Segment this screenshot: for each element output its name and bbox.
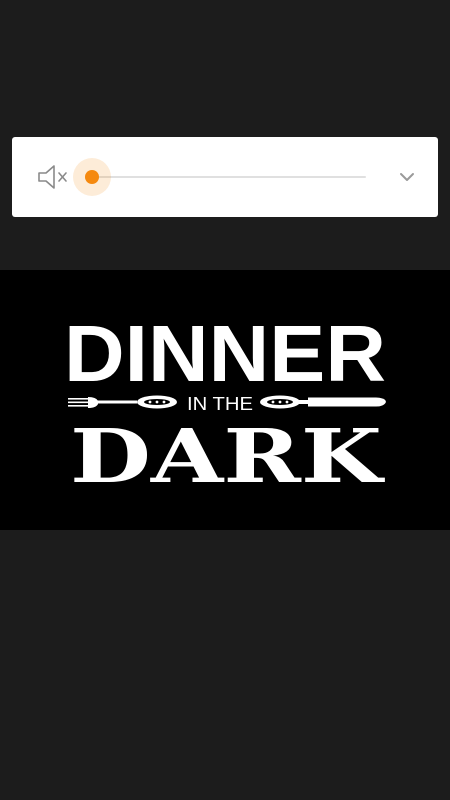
logo-line-in-the: IN THE bbox=[187, 394, 253, 414]
volume-slider-thumb[interactable] bbox=[85, 170, 99, 184]
logo-line-dark: DARK bbox=[70, 414, 385, 500]
volume-muted-icon[interactable] bbox=[37, 164, 69, 190]
dinner-in-the-dark-logo: DINNER IN THE DARK bbox=[64, 309, 386, 500]
logo-line-dinner: DINNER bbox=[64, 309, 386, 398]
dinner-in-the-dark-banner: DINNER IN THE DARK bbox=[0, 270, 450, 530]
chevron-down-icon[interactable] bbox=[398, 170, 416, 184]
volume-slider-track[interactable] bbox=[92, 176, 366, 178]
